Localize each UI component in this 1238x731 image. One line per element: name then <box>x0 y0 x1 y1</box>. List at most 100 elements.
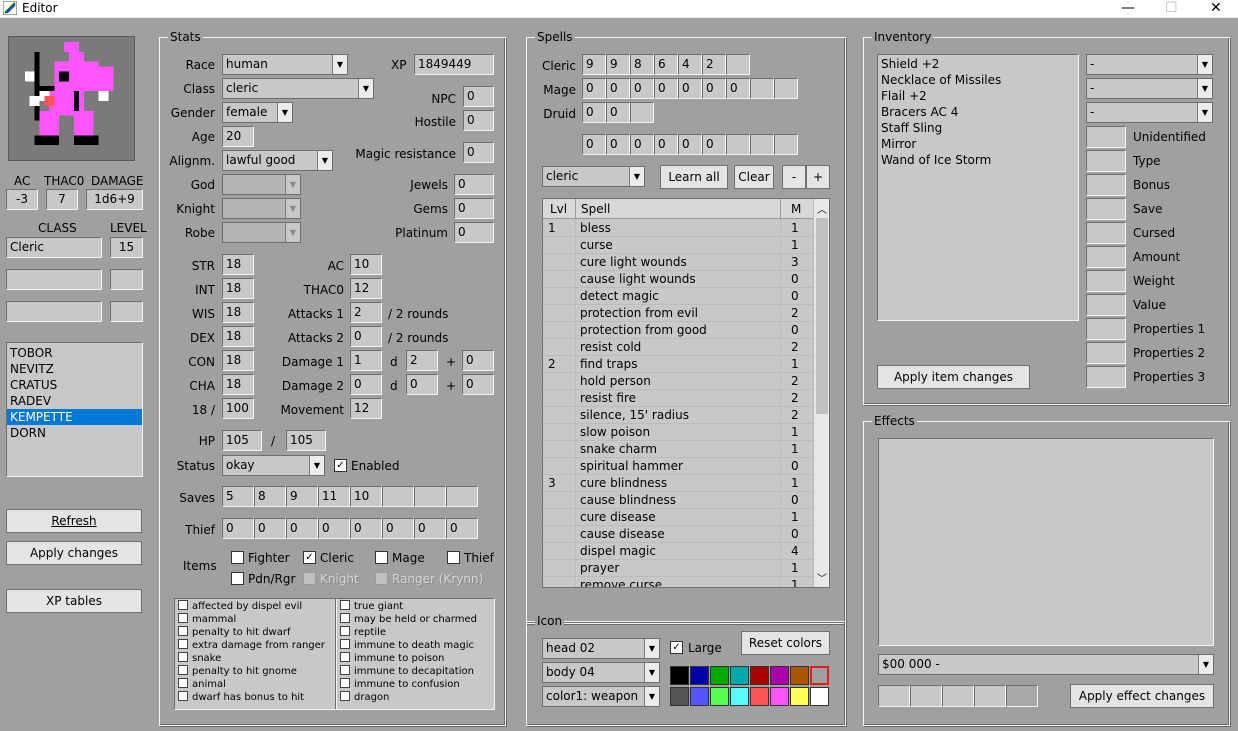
flag-checkbox[interactable] <box>178 626 188 636</box>
item-property-input[interactable] <box>1086 270 1126 292</box>
table-row[interactable]: prayer 1 <box>543 560 813 577</box>
mage-slot-input[interactable]: 0 <box>654 78 678 99</box>
flag-row[interactable]: reptile <box>340 626 492 639</box>
flag-row[interactable]: mammal <box>178 613 334 626</box>
flag-row[interactable]: immune to death magic <box>340 639 492 652</box>
extra-slot-input[interactable] <box>774 134 798 155</box>
mage-slot-input[interactable]: 0 <box>606 78 630 99</box>
gems-input[interactable]: 0 <box>454 198 494 219</box>
effect-slot-input[interactable] <box>1006 685 1038 707</box>
platinum-input[interactable]: 0 <box>454 222 494 243</box>
apply-item-changes-button[interactable]: Apply item changes <box>877 365 1030 389</box>
item-pdnrgr-checkbox[interactable] <box>231 572 244 585</box>
save-input[interactable]: 8 <box>254 486 286 507</box>
list-item[interactable]: CRATUS <box>7 377 142 393</box>
save-input[interactable] <box>446 486 478 507</box>
thief-skill-input[interactable]: 0 <box>350 518 382 539</box>
extra-slot-input[interactable]: 0 <box>702 134 726 155</box>
table-row[interactable]: slow poison 1 <box>543 424 813 441</box>
cleric-slot-input[interactable]: 8 <box>630 54 654 75</box>
body-dropdown[interactable]: body 04 ▼ <box>542 662 660 683</box>
color-swatch[interactable] <box>710 666 729 685</box>
extra-slot-input[interactable]: 0 <box>630 134 654 155</box>
thief-skill-input[interactable]: 0 <box>222 518 254 539</box>
item-property-input[interactable] <box>1086 342 1126 364</box>
mage-slot-input[interactable] <box>750 78 774 99</box>
flag-row[interactable]: animal <box>178 678 334 691</box>
table-row[interactable]: cause disease 0 <box>543 526 813 543</box>
table-row[interactable]: 2 find traps 1 <box>543 356 813 373</box>
table-row[interactable]: cure disease 1 <box>543 509 813 526</box>
save-input[interactable] <box>414 486 446 507</box>
cleric-slot-input[interactable]: 2 <box>702 54 726 75</box>
enabled-checkbox[interactable]: ✓ <box>334 459 347 472</box>
effect-dropdown[interactable]: $00 000 - ▼ <box>878 654 1214 675</box>
damage2-count[interactable]: 0 <box>350 374 382 395</box>
item-property-input[interactable] <box>1086 150 1126 172</box>
item-property-input[interactable] <box>1086 222 1126 244</box>
age-input[interactable]: 20 <box>222 126 254 147</box>
extra-slot-input[interactable]: 0 <box>654 134 678 155</box>
maximize-button[interactable]: ☐ <box>1165 0 1178 16</box>
table-row[interactable]: spiritual hammer 0 <box>543 458 813 475</box>
col-spell-header[interactable]: Spell <box>581 202 610 216</box>
item-property-input[interactable] <box>1086 294 1126 316</box>
list-item[interactable]: Flail +2 <box>878 88 1078 104</box>
npc-input[interactable]: 0 <box>463 86 494 107</box>
druid-slot-input[interactable]: 0 <box>582 102 606 123</box>
thief-skill-input[interactable]: 0 <box>414 518 446 539</box>
item-ranger-krynn-checkbox[interactable] <box>375 572 388 585</box>
item-knight-checkbox[interactable] <box>303 572 316 585</box>
dex-input[interactable]: 18 <box>222 326 254 347</box>
color-swatch[interactable] <box>730 666 749 685</box>
table-row[interactable]: cause light wounds 0 <box>543 271 813 288</box>
item-fighter-checkbox[interactable] <box>231 551 244 564</box>
extra-slot-input[interactable] <box>726 134 750 155</box>
save-input[interactable]: 10 <box>350 486 382 507</box>
color-swatch[interactable] <box>770 687 789 706</box>
table-row[interactable]: hold person 2 <box>543 373 813 390</box>
flag-row[interactable]: snake <box>178 652 334 665</box>
cleric-slot-input[interactable]: 4 <box>678 54 702 75</box>
mage-slot-input[interactable] <box>774 78 798 99</box>
flag-checkbox[interactable] <box>178 652 188 662</box>
flag-row[interactable]: immune to decapitation <box>340 665 492 678</box>
color-swatch[interactable] <box>670 666 689 685</box>
flag-checkbox[interactable] <box>340 678 350 688</box>
item-property-input[interactable] <box>1086 126 1126 148</box>
learn-all-button[interactable]: Learn all <box>660 165 728 189</box>
inventory-list[interactable]: Shield +2 Necklace of Missiles Flail +2 Bra… <box>877 54 1079 321</box>
item-property-input[interactable] <box>1086 318 1126 340</box>
flag-checkbox[interactable] <box>178 613 188 623</box>
table-row[interactable]: 1 bless 1 <box>543 220 813 237</box>
magic-resistance-input[interactable]: 0 <box>463 142 494 163</box>
list-item[interactable]: Staff Sling <box>878 120 1078 136</box>
thief-skill-input[interactable]: 0 <box>286 518 318 539</box>
effect-slot-input[interactable] <box>942 685 974 707</box>
hp-max-input[interactable]: 105 <box>286 430 326 451</box>
head-dropdown[interactable]: head 02 ▼ <box>542 638 660 659</box>
thief-skill-input[interactable]: 0 <box>318 518 350 539</box>
list-item[interactable]: Shield +2 <box>878 56 1078 72</box>
flag-checkbox[interactable] <box>340 691 350 701</box>
color-swatch[interactable] <box>790 687 809 706</box>
table-row[interactable]: snake charm 1 <box>543 441 813 458</box>
flag-row[interactable]: dragon <box>340 691 492 704</box>
flag-row[interactable]: may be held or charmed <box>340 613 492 626</box>
minimize-button[interactable]: — <box>1121 0 1135 16</box>
knight-dropdown[interactable]: ▼ <box>222 198 301 219</box>
attacks1-input[interactable]: 2 <box>350 302 382 323</box>
flag-row[interactable]: affected by dispel evil <box>178 600 334 613</box>
color-swatch[interactable] <box>810 666 829 685</box>
flag-checkbox[interactable] <box>178 691 188 701</box>
druid-slot-input[interactable] <box>630 102 654 123</box>
mage-slot-input[interactable]: 0 <box>702 78 726 99</box>
ac-stat-input[interactable]: 10 <box>350 254 382 275</box>
flag-checkbox[interactable] <box>178 678 188 688</box>
table-row[interactable]: protection from good 0 <box>543 322 813 339</box>
damage1-bonus[interactable]: 0 <box>462 350 494 371</box>
flag-checkbox[interactable] <box>340 600 350 610</box>
color-swatch[interactable] <box>670 687 689 706</box>
item-property-input[interactable] <box>1086 366 1126 388</box>
table-row[interactable]: cause blindness 0 <box>543 492 813 509</box>
